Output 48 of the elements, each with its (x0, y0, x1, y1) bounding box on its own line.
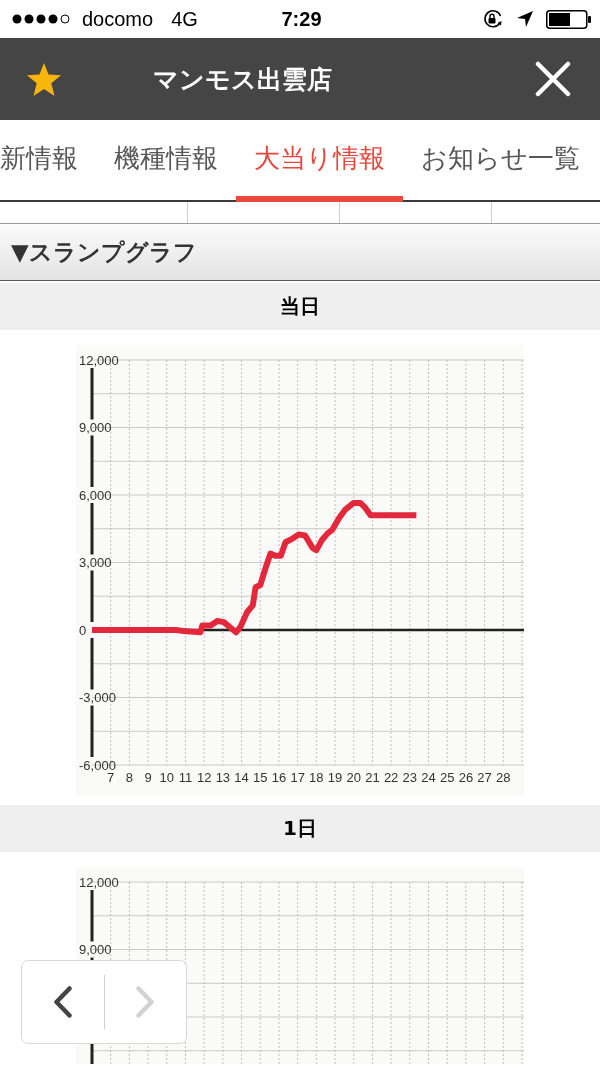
y-tick-label: -3,000 (79, 690, 116, 705)
x-tick-label: 15 (253, 769, 268, 785)
x-tick-label: 19 (327, 769, 343, 785)
y-tick-label: 12,000 (79, 874, 119, 890)
x-tick-label: 21 (365, 769, 380, 785)
x-tick-label: 9 (144, 769, 152, 785)
location-arrow-icon (517, 11, 533, 27)
section-heading: ▼スランプグラフ (0, 224, 600, 281)
y-tick-label: 12,000 (79, 352, 119, 368)
x-tick-label: 26 (458, 769, 474, 785)
tab[interactable]: 大当り情報 (236, 120, 403, 202)
tab[interactable]: お知らせ一覧 (403, 120, 598, 202)
close-icon[interactable] (535, 61, 571, 97)
day-heading: 1日 (0, 805, 600, 852)
x-tick-label: 27 (477, 769, 492, 785)
star-icon[interactable] (27, 62, 61, 96)
x-tick-label: 18 (309, 769, 324, 785)
y-tick-label: 9,000 (79, 942, 112, 957)
x-tick-label: 8 (125, 769, 133, 785)
chevron-right-icon (136, 986, 155, 1018)
tab[interactable]: 新情報 (0, 120, 96, 202)
x-tick-label: 12 (196, 769, 212, 785)
x-tick-label: 13 (215, 769, 231, 785)
y-tick-label: 0 (79, 622, 87, 638)
y-tick-label: 3,000 (79, 555, 112, 570)
battery-icon (546, 9, 591, 29)
x-tick-label: 11 (178, 769, 193, 785)
y-tick-label: 6,000 (79, 487, 112, 503)
x-tick-label: 16 (271, 769, 287, 785)
x-tick-label: 28 (496, 769, 511, 785)
network-type: 4G (171, 7, 198, 31)
tab[interactable]: 機種情報 (96, 120, 236, 202)
x-tick-label: 14 (234, 769, 249, 785)
store-title: マンモス出雲店 (153, 63, 333, 96)
carrier-name: docomo (82, 7, 154, 31)
day-heading: 当日 (0, 283, 600, 330)
x-tick-label: 20 (346, 769, 361, 785)
x-tick-label: 24 (421, 769, 436, 785)
x-tick-label: 17 (290, 769, 305, 785)
status-time: 7:29 (281, 7, 322, 31)
signal-strength-icon (12, 14, 70, 24)
x-tick-label: 10 (159, 769, 174, 785)
x-tick-label: 22 (383, 769, 399, 785)
chevron-left-icon (53, 986, 72, 1018)
x-tick-label: 23 (402, 769, 418, 785)
y-tick-label: 9,000 (79, 420, 112, 435)
rotation-lock-icon (482, 9, 504, 29)
x-tick-label: 25 (440, 769, 455, 785)
